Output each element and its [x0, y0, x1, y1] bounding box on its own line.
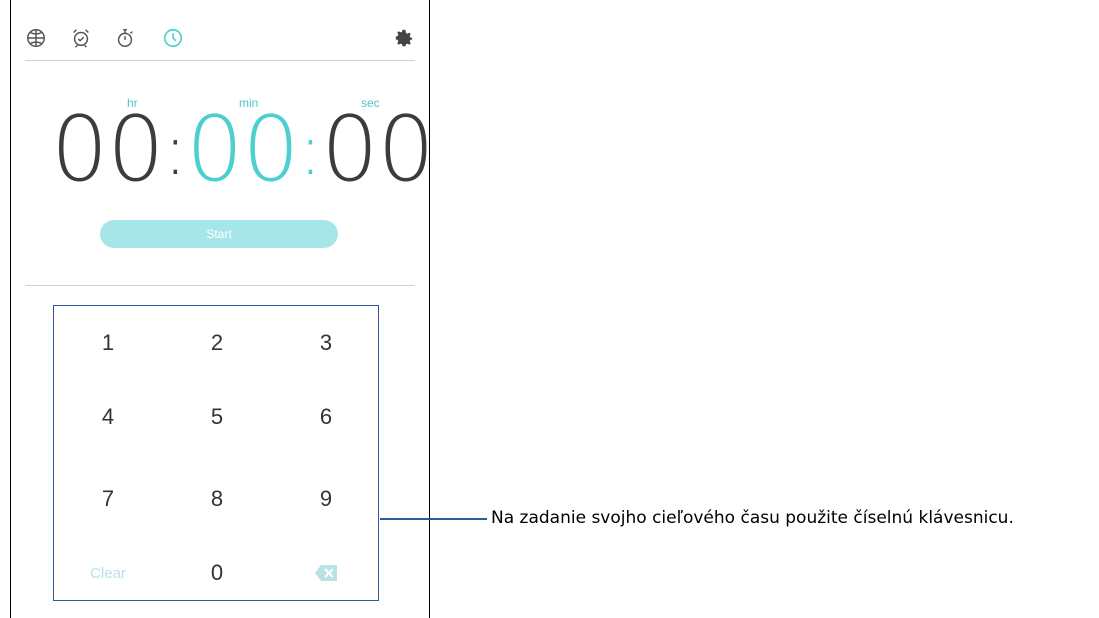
callout-line: [380, 518, 487, 520]
separator: :: [163, 109, 188, 191]
hours-value[interactable]: 00: [51, 97, 165, 202]
callout-text: Na zadanie svojho cieľového času použite…: [491, 508, 1014, 528]
key-3[interactable]: 3: [272, 306, 380, 380]
key-7[interactable]: 7: [54, 462, 162, 536]
key-4[interactable]: 4: [54, 380, 162, 454]
stopwatch-icon[interactable]: [112, 25, 138, 51]
key-6[interactable]: 6: [272, 380, 380, 454]
separator: :: [298, 109, 323, 191]
key-8[interactable]: 8: [163, 462, 271, 536]
backspace-icon: [315, 565, 337, 581]
numeric-keypad: 1 2 3 4 5 6 7 8 9 Clear 0: [53, 305, 379, 601]
backspace-button[interactable]: [272, 544, 380, 602]
minutes-value[interactable]: 00: [186, 97, 300, 202]
alarm-icon[interactable]: [68, 25, 94, 51]
keypad-divider: [25, 285, 415, 286]
globe-icon[interactable]: [23, 25, 49, 51]
key-1[interactable]: 1: [54, 306, 162, 380]
key-9[interactable]: 9: [272, 462, 380, 536]
clear-button[interactable]: Clear: [54, 544, 162, 602]
gear-icon[interactable]: [391, 25, 417, 51]
key-5[interactable]: 5: [163, 380, 271, 454]
start-button[interactable]: Start: [100, 220, 338, 248]
key-2[interactable]: 2: [163, 306, 271, 380]
top-divider: [25, 60, 415, 61]
tab-bar: [11, 0, 429, 60]
timer-display: 00:00:00: [51, 97, 435, 202]
timer-icon[interactable]: [160, 25, 186, 51]
seconds-value[interactable]: 00: [321, 97, 435, 202]
phone-screen: hr min sec 00:00:00 Start 1 2 3 4 5 6 7 …: [10, 0, 435, 618]
key-0[interactable]: 0: [163, 544, 271, 602]
